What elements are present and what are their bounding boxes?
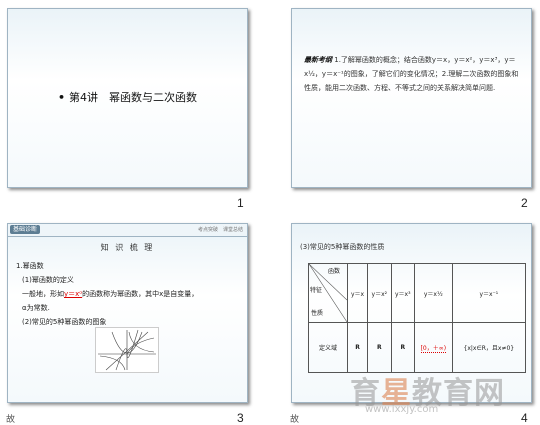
transition-icon-3: 故	[6, 415, 16, 425]
slide-thumbnail-1[interactable]: • 第4讲 幂函数与二次函数	[7, 8, 248, 188]
header-y-x3: y＝x³	[390, 263, 415, 323]
slide-3-heading: 知 识 梳 理	[100, 243, 155, 252]
section-nav: 考点突破 课堂总结	[197, 227, 243, 233]
properties-table: 函数 特征 性质 y＝x y＝x² y＝x³ y＝x½ y＝x⁻¹ 定义域 R …	[308, 263, 527, 373]
slide-4-heading: (3)常见的5种幂函数的性质	[300, 243, 385, 251]
slide-number-1: 1	[237, 196, 244, 210]
row-label-domain: 定义域	[308, 322, 348, 373]
slide-thumbnail-2[interactable]: 最新考纲 1.了解幂函数的概念；结合函数y＝x，y＝x²，y＝x³，y＝x½，y…	[291, 8, 532, 188]
text-line-4: α为常数.	[22, 304, 50, 312]
slide-thumbnail-3[interactable]: 基础诊断 考点突破 课堂总结 知 识 梳 理 1.幂函数 (1)幂函数的定义 一…	[7, 223, 248, 403]
header-y-x-half: y＝x½	[413, 263, 453, 323]
power-function-graph	[95, 327, 159, 373]
domain-cell: R	[367, 322, 392, 373]
text-line-2: (1)幂函数的定义	[22, 276, 74, 284]
syllabus-text: 1.了解幂函数的概念；结合函数y＝x，y＝x²，y＝x³，y＝x½，y＝x⁻¹的…	[304, 56, 519, 92]
text-line-5: (2)常见的5种幂函数的图象	[22, 318, 107, 326]
header-y-x2: y＝x²	[367, 263, 392, 323]
slide-2-body: 最新考纲 1.了解幂函数的概念；结合函数y＝x，y＝x²，y＝x³，y＝x½，y…	[304, 53, 519, 95]
slide-number-2: 2	[521, 196, 528, 210]
domain-cell-highlight: [0，＋∞)	[413, 322, 453, 373]
text-line-1: 1.幂函数	[16, 262, 44, 270]
title-bullet: •	[57, 91, 66, 104]
header-y-x: y＝x	[346, 263, 369, 323]
text-line-3: 一般地，形如y＝xᵅ的函数称为幂函数，其中x是自变量，	[22, 290, 199, 298]
header-y-x-inv: y＝x⁻¹	[451, 263, 527, 323]
domain-cell: R	[390, 322, 415, 373]
domain-cell: {x|x∈R，且x≠0}	[451, 322, 527, 373]
syllabus-label: 最新考纲	[304, 56, 332, 64]
section-tag: 基础诊断	[10, 225, 41, 234]
watermark-url: www.ixxjy.com	[365, 404, 439, 415]
slide-1-title: • 第4讲 幂函数与二次函数	[57, 91, 198, 104]
table-corner-cell: 函数 特征 性质	[308, 263, 348, 323]
domain-cell: R	[346, 322, 369, 373]
transition-icon-4: 故	[290, 415, 300, 425]
slide-3-header-bar: 基础诊断 考点突破 课堂总结	[8, 224, 247, 237]
formula-highlight: y＝xᵅ	[64, 290, 83, 298]
